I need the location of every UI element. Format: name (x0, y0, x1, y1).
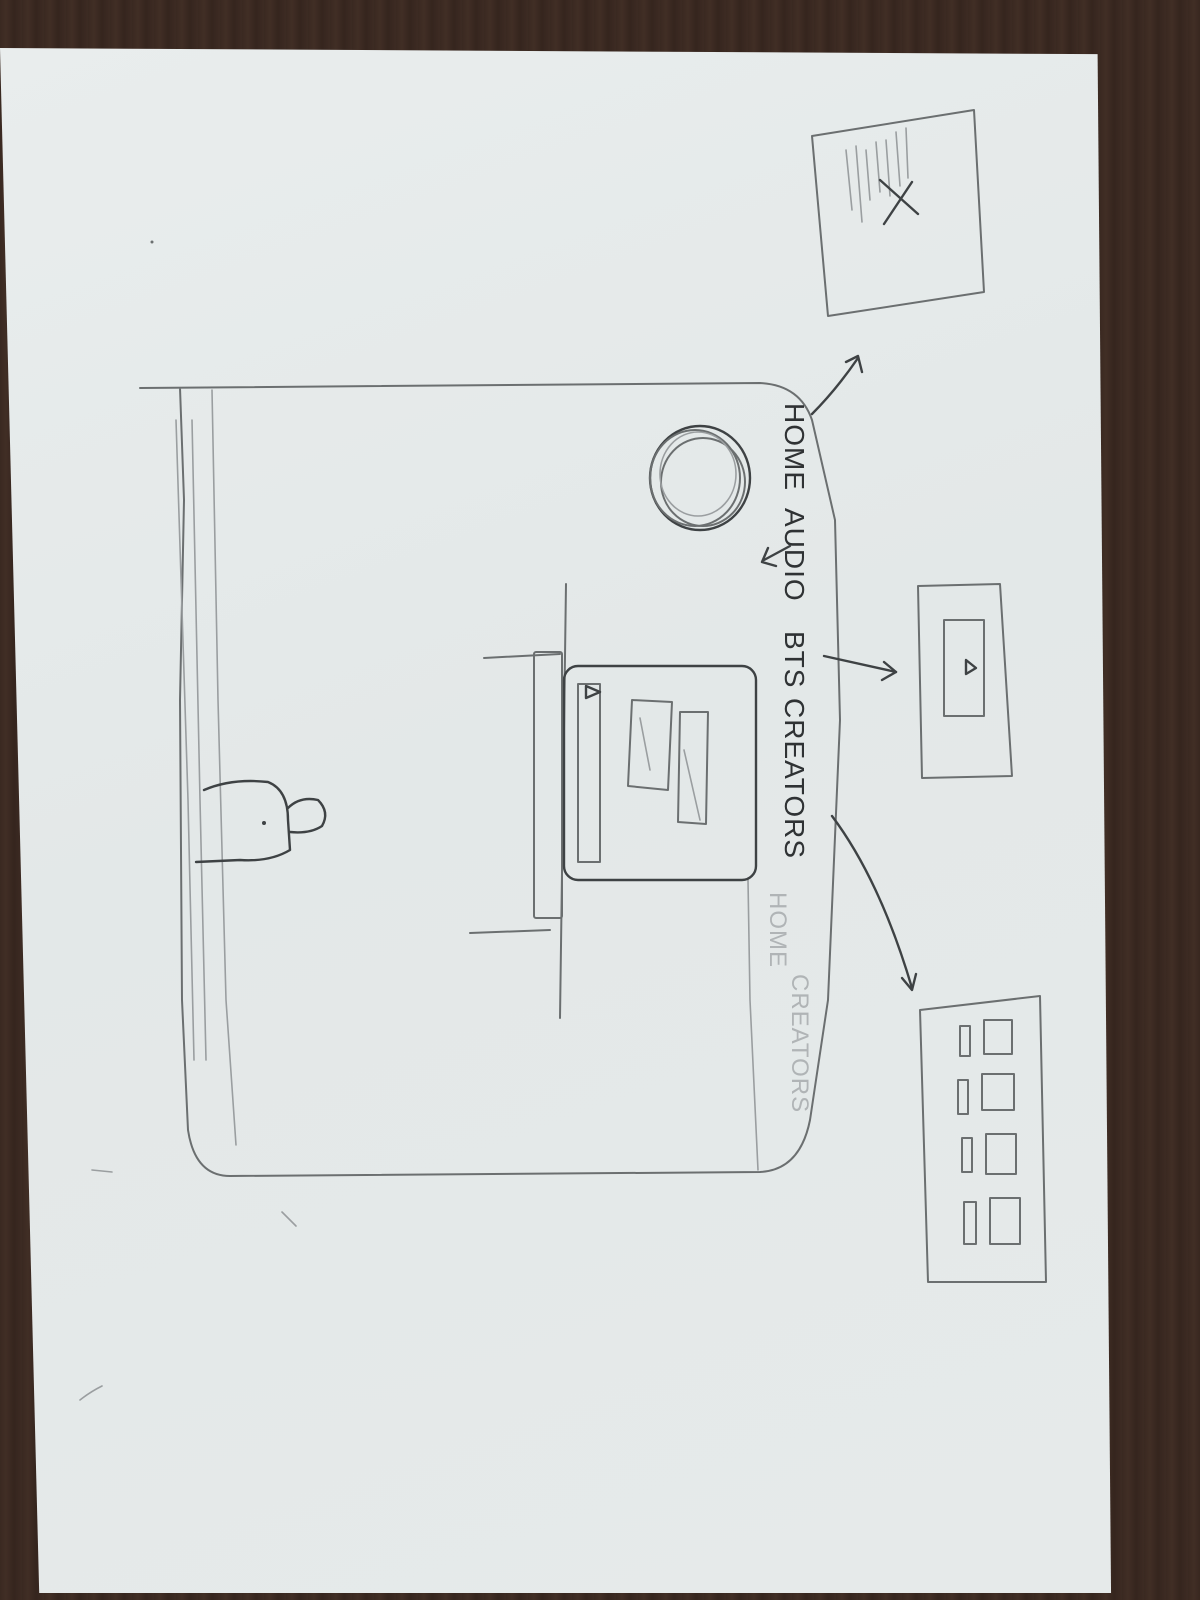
creator-thumb[interactable] (961, 1137, 973, 1173)
nav-item-audio[interactable]: AUDIO (779, 508, 810, 602)
creator-card[interactable] (983, 1019, 1013, 1055)
home-popup-panel (811, 109, 985, 317)
creator-thumb[interactable] (959, 1025, 971, 1057)
creator-card[interactable] (981, 1073, 1015, 1111)
creators-popup-panel (919, 995, 1047, 1283)
featured-video-card[interactable] (469, 583, 758, 1019)
nav-item-bts[interactable]: BTS (779, 631, 810, 688)
wireframe-sketch: HOME AUDIO BTS CREATORS HOME CREATORS (79, 109, 1047, 1401)
bts-popup-panel (917, 583, 1013, 779)
creator-card[interactable] (985, 1133, 1017, 1175)
creator-thumb[interactable] (957, 1079, 969, 1115)
creator-card[interactable] (989, 1197, 1021, 1245)
nav-item-home[interactable]: HOME (779, 403, 810, 491)
erased-nav-creators: CREATORS (786, 974, 813, 1113)
erased-nav: HOME CREATORS (764, 892, 813, 1113)
erased-nav-home: HOME (764, 892, 791, 968)
play-icon[interactable] (584, 684, 602, 700)
creator-thumb[interactable] (963, 1201, 977, 1245)
bts-video-thumbnail[interactable] (943, 619, 985, 717)
logo-icon[interactable] (648, 424, 752, 532)
creators-grid (957, 1019, 1021, 1245)
nav-item-creators[interactable]: CREATORS (779, 698, 810, 859)
close-icon[interactable] (878, 178, 920, 226)
main-nav: HOME AUDIO BTS CREATORS (779, 403, 810, 859)
mascot-illustration (194, 779, 327, 864)
bts-play-icon[interactable] (964, 658, 978, 676)
